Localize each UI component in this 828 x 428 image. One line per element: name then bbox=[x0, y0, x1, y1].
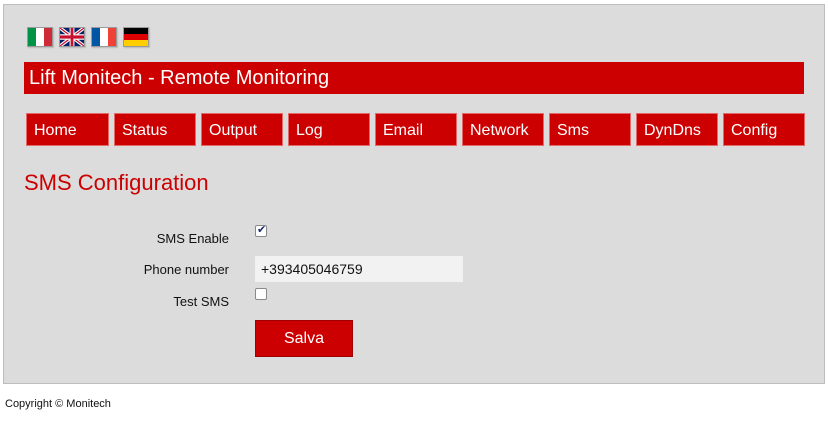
test-sms-label: Test SMS bbox=[173, 294, 229, 309]
nav-status[interactable]: Status bbox=[114, 113, 196, 146]
nav-output[interactable]: Output bbox=[201, 113, 283, 146]
french-flag-icon[interactable] bbox=[91, 27, 117, 47]
nav-sms[interactable]: Sms bbox=[549, 113, 631, 146]
app-title-bar: Lift Monitech - Remote Monitoring bbox=[24, 62, 804, 94]
italian-flag-icon[interactable] bbox=[27, 27, 53, 47]
nav-log[interactable]: Log bbox=[288, 113, 370, 146]
page-title: SMS Configuration bbox=[24, 170, 209, 195]
main-panel: Lift Monitech - Remote Monitoring Home S… bbox=[3, 4, 825, 384]
nav-network[interactable]: Network bbox=[462, 113, 544, 146]
sms-enable-checkbox[interactable]: ✔ bbox=[255, 224, 267, 237]
phone-number-label: Phone number bbox=[143, 262, 229, 277]
sms-enable-label: SMS Enable bbox=[156, 231, 229, 246]
phone-number-field[interactable] bbox=[255, 256, 463, 282]
save-button[interactable]: Salva bbox=[255, 320, 353, 357]
nav-config[interactable]: Config bbox=[723, 113, 805, 146]
copyright-text: Copyright © Monitech bbox=[5, 398, 111, 410]
language-flags bbox=[27, 27, 149, 47]
nav-email[interactable]: Email bbox=[375, 113, 457, 146]
test-sms-checkbox[interactable] bbox=[255, 288, 267, 300]
nav-home[interactable]: Home bbox=[26, 113, 109, 146]
uk-flag-icon[interactable] bbox=[59, 27, 85, 47]
german-flag-icon[interactable] bbox=[123, 27, 149, 47]
nav-dyndns[interactable]: DynDns bbox=[636, 113, 718, 146]
main-nav: Home Status Output Log Email Network Sms… bbox=[26, 113, 805, 146]
checkmark-icon: ✔ bbox=[257, 224, 267, 236]
